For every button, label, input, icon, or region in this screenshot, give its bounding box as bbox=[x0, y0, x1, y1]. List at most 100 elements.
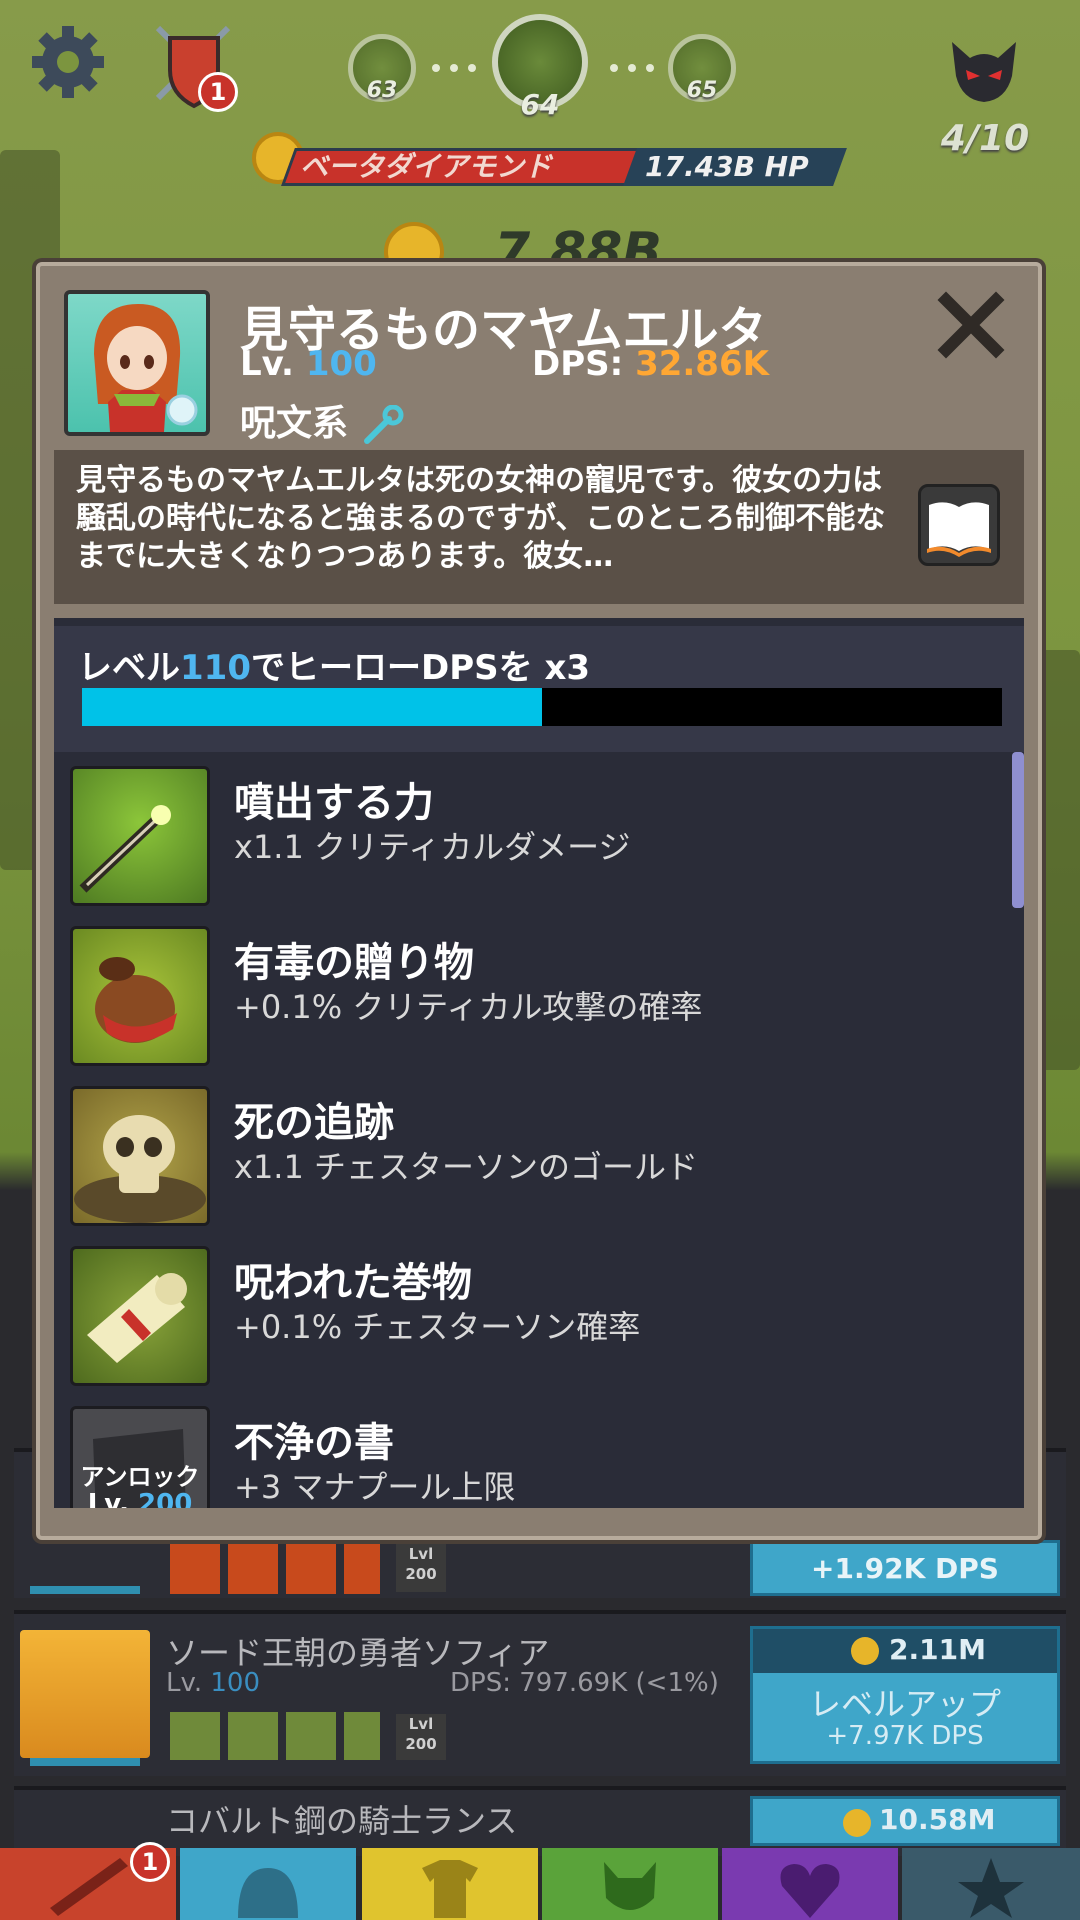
skull-icon bbox=[70, 1086, 210, 1226]
hero-portrait bbox=[64, 290, 210, 436]
skill-effect: x1.1 クリティカルダメージ bbox=[234, 828, 631, 866]
skill-effect: +3 マナプール上限 bbox=[234, 1468, 516, 1506]
level-label: Lv. bbox=[166, 1668, 203, 1698]
skill-list[interactable]: 噴出する力 x1.1 クリティカルダメージ 有毒の贈り物 +0.1% クリティカ… bbox=[54, 752, 1024, 1508]
unlock-level-label: Lv. bbox=[87, 1489, 129, 1508]
boss-hp: 17.43B HP bbox=[645, 150, 809, 183]
skill-name: 不浄の書 bbox=[234, 1420, 394, 1466]
stage-dot bbox=[432, 64, 440, 72]
skill-effect: +0.1% クリティカル攻撃の確率 bbox=[234, 988, 703, 1026]
settings-button[interactable] bbox=[28, 22, 108, 102]
stage-dot bbox=[646, 64, 654, 72]
hero-description: 見守るものマヤムエルタは死の女神の寵児です。彼女の力は騒乱の時代になると強まるの… bbox=[76, 463, 886, 574]
row-lvl-badge: Lvl 200 bbox=[396, 1544, 446, 1592]
skill-item[interactable]: 呪われた巻物 +0.1% チェスターソン確率 bbox=[54, 1232, 1024, 1392]
close-button[interactable] bbox=[936, 290, 1006, 360]
stage-dot bbox=[628, 64, 636, 72]
hero-class: 呪文系 bbox=[240, 394, 405, 446]
dps-gain: +7.97K DPS bbox=[826, 1721, 984, 1751]
stage-dot bbox=[468, 64, 476, 72]
tab-pets[interactable] bbox=[542, 1848, 718, 1920]
row-skill-icons bbox=[170, 1544, 380, 1594]
stage-previous-number: 63 bbox=[366, 78, 398, 103]
row-progress-bar bbox=[30, 1586, 140, 1594]
boss-name: ベータダイアモンド bbox=[300, 150, 553, 183]
dps-gain: +1.92K DPS bbox=[811, 1552, 999, 1585]
skill-effect: +0.1% チェスターソン確率 bbox=[234, 1308, 641, 1346]
tab-artifacts[interactable] bbox=[722, 1848, 898, 1920]
skill-name: 噴出する力 bbox=[234, 780, 434, 826]
stage-dot bbox=[610, 64, 618, 72]
row-progress-bar bbox=[30, 1758, 140, 1766]
boss-button[interactable] bbox=[946, 36, 1022, 106]
dps-label: DPS: bbox=[532, 344, 624, 384]
skill-name: 有毒の贈り物 bbox=[234, 940, 474, 986]
level-up-button[interactable]: 2.11M レベルアップ +7.97K DPS bbox=[750, 1626, 1060, 1764]
unlock-level: Lv. 200 bbox=[73, 1489, 207, 1508]
milestone-text: レベル110でヒーローDPSを x3 bbox=[78, 640, 590, 689]
boss-count: 4/10 bbox=[940, 118, 1030, 159]
viking-helmet-icon bbox=[238, 1868, 298, 1918]
level-value: 100 bbox=[210, 1668, 261, 1698]
unlock-label: アンロック bbox=[80, 1463, 200, 1491]
clan-shield-button[interactable]: 1 bbox=[148, 18, 244, 114]
gear-icon bbox=[32, 26, 104, 98]
star-icon bbox=[958, 1858, 1024, 1918]
wand-class-icon bbox=[363, 404, 404, 444]
notification-badge: 1 bbox=[198, 72, 238, 112]
cost-value: 10.58M bbox=[879, 1803, 996, 1836]
lvl-label: Lvl bbox=[408, 1545, 434, 1563]
unlock-level-value: 200 bbox=[138, 1489, 193, 1508]
coin-icon bbox=[843, 1809, 871, 1837]
poison-jar-icon bbox=[70, 926, 210, 1066]
hero-name: コバルト鋼の騎士ランス bbox=[166, 1802, 518, 1840]
scroll-icon bbox=[70, 1246, 210, 1386]
tab-shop[interactable] bbox=[902, 1848, 1080, 1920]
coin-icon bbox=[851, 1637, 879, 1665]
level-up-button[interactable]: 10.58M bbox=[750, 1796, 1060, 1846]
shirt-icon bbox=[422, 1860, 478, 1918]
tab-heroes[interactable] bbox=[180, 1848, 356, 1920]
dps-value: 32.86K bbox=[635, 344, 769, 384]
tab-notification-badge: 1 bbox=[130, 1842, 170, 1882]
lvl-number: 200 bbox=[405, 1565, 437, 1583]
level-label: Lv. bbox=[240, 344, 294, 384]
demon-mask-icon bbox=[952, 42, 1016, 102]
hero-class-label: 呪文系 bbox=[240, 403, 349, 444]
skill-list-scrollbar[interactable] bbox=[1012, 752, 1024, 908]
skill-effect: x1.1 チェスターソンのゴールド bbox=[234, 1148, 699, 1186]
tab-equipment[interactable] bbox=[362, 1848, 538, 1920]
milestone-level: 110 bbox=[180, 648, 251, 688]
skill-name: 死の追跡 bbox=[234, 1100, 394, 1146]
close-x-icon bbox=[937, 291, 1005, 359]
stage-current-number: 64 bbox=[520, 88, 560, 121]
lore-button[interactable] bbox=[918, 484, 1000, 566]
stage-dot bbox=[450, 64, 458, 72]
level-up-label: レベルアップ bbox=[808, 1685, 1001, 1723]
hero-portrait-image bbox=[94, 304, 198, 432]
heart-icon bbox=[780, 1864, 840, 1918]
skill-item[interactable]: 死の追跡 x1.1 チェスターソンのゴールド bbox=[54, 1072, 1024, 1232]
milestone-prefix: レベル bbox=[78, 648, 180, 688]
lvl-number: 200 bbox=[405, 1735, 437, 1753]
level-value: 100 bbox=[305, 344, 377, 384]
skill-item[interactable]: 噴出する力 x1.1 クリティカルダメージ bbox=[54, 752, 1024, 912]
milestone-suffix: でヒーローDPSを x3 bbox=[250, 648, 591, 688]
cost-value: 2.11M bbox=[889, 1633, 986, 1666]
magic-wand-icon bbox=[70, 766, 210, 906]
open-book-icon bbox=[927, 502, 991, 557]
row-skill-icons bbox=[170, 1712, 380, 1760]
milestone-progress-fill bbox=[82, 688, 542, 726]
hero-dps: DPS: 797.69K (<1%) bbox=[450, 1668, 719, 1698]
hero-avatar bbox=[20, 1630, 150, 1758]
level-up-button[interactable]: +1.92K DPS bbox=[750, 1540, 1060, 1596]
locked-book-icon: アンロック Lv. 200 bbox=[70, 1406, 210, 1508]
row-lvl-badge: Lvl 200 bbox=[396, 1714, 446, 1760]
stage-next-number: 65 bbox=[686, 78, 718, 103]
skill-item-locked[interactable]: アンロック Lv. 200 不浄の書 +3 マナプール上限 bbox=[54, 1392, 1024, 1508]
pet-icon bbox=[604, 1862, 656, 1910]
skill-item[interactable]: 有毒の贈り物 +0.1% クリティカル攻撃の確率 bbox=[54, 912, 1024, 1072]
lvl-label: Lvl bbox=[408, 1715, 434, 1733]
hero-level: Lv. 100 bbox=[240, 344, 377, 384]
skill-name: 呪われた巻物 bbox=[234, 1260, 472, 1306]
